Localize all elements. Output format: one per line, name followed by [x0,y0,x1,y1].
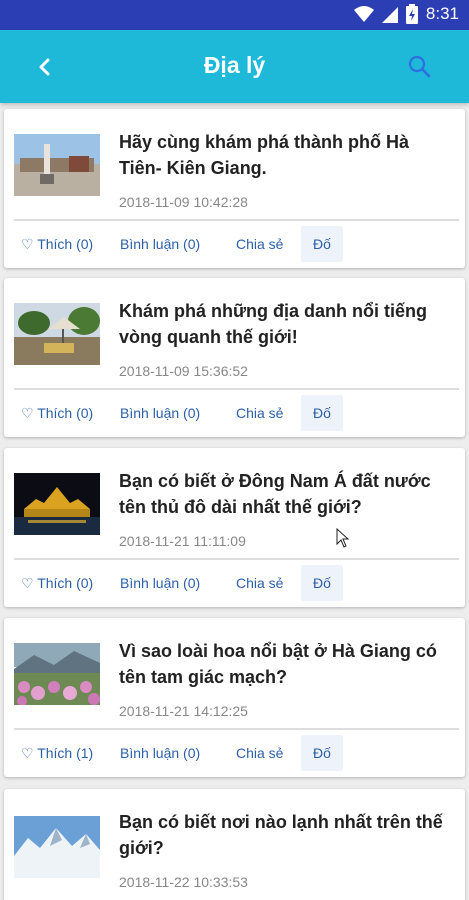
divider [14,388,459,390]
post-thumbnail [14,816,100,878]
share-button[interactable]: Chia sẻ [236,735,283,771]
post-title[interactable]: Khám phá những địa danh nổi tiếng vòng q… [119,298,454,350]
quiz-button[interactable]: Đố [301,565,343,601]
post-actions: ♡ Thích (0) Bình luận (0) Chia sẻ Đố [4,565,465,601]
post-date: 2018-11-21 11:11:09 [119,533,246,549]
quiz-button[interactable]: Đố [301,735,343,771]
post-list[interactable]: Hãy cùng khám phá thành phố Hà Tiên- Kiê… [0,103,469,900]
post-date: 2018-11-22 10:33:53 [119,874,248,890]
app-bar: Địa lý [0,30,469,103]
comment-button[interactable]: Bình luận (0) [120,226,200,262]
post-thumbnail [14,643,100,705]
post-card[interactable]: Hãy cùng khám phá thành phố Hà Tiên- Kiê… [4,109,465,268]
post-thumbnail [14,303,100,365]
post-card[interactable]: Bạn có biết nơi nào lạnh nhất trên thế g… [4,789,465,900]
post-title[interactable]: Vì sao loài hoa nổi bật ở Hà Giang có tê… [119,638,454,690]
post-card[interactable]: Vì sao loài hoa nổi bật ở Hà Giang có tê… [4,618,465,777]
post-date: 2018-11-09 10:42:28 [119,194,248,210]
comment-button[interactable]: Bình luận (0) [120,565,200,601]
divider [14,558,459,560]
post-date: 2018-11-21 14:12:25 [119,703,248,719]
page-title: Địa lý [203,52,266,78]
mouse-cursor-icon [336,528,350,548]
search-icon[interactable] [405,52,435,82]
status-time: 8:31 [425,4,459,23]
status-bar: 8:31 [0,0,469,30]
share-button[interactable]: Chia sẻ [236,565,283,601]
quiz-button[interactable]: Đố [301,395,343,431]
like-button[interactable]: ♡ Thích (1) [21,735,93,771]
signal-icon [381,7,398,23]
wifi-icon [353,6,374,22]
post-thumbnail [14,473,100,535]
share-button[interactable]: Chia sẻ [236,395,283,431]
quiz-button[interactable]: Đố [301,226,343,262]
divider [14,219,459,221]
like-button[interactable]: ♡ Thích (0) [21,395,93,431]
post-date: 2018-11-09 15:36:52 [119,363,248,379]
post-actions: ♡ Thích (0) Bình luận (0) Chia sẻ Đố [4,395,465,431]
battery-icon [405,4,418,24]
post-card[interactable]: Khám phá những địa danh nổi tiếng vòng q… [4,278,465,437]
comment-button[interactable]: Bình luận (0) [120,395,200,431]
post-title[interactable]: Hãy cùng khám phá thành phố Hà Tiên- Kiê… [119,129,454,181]
share-button[interactable]: Chia sẻ [236,226,283,262]
post-card[interactable]: Bạn có biết ở Đông Nam Á đất nước tên th… [4,448,465,607]
like-button[interactable]: ♡ Thích (0) [21,565,93,601]
like-button[interactable]: ♡ Thích (0) [21,226,93,262]
post-title[interactable]: Bạn có biết ở Đông Nam Á đất nước tên th… [119,468,454,520]
post-thumbnail [14,134,100,196]
comment-button[interactable]: Bình luận (0) [120,735,200,771]
post-actions: ♡ Thích (1) Bình luận (0) Chia sẻ Đố [4,735,465,771]
post-title[interactable]: Bạn có biết nơi nào lạnh nhất trên thế g… [119,809,454,861]
status-icons: 8:31 [353,4,459,24]
divider [14,728,459,730]
post-actions: ♡ Thích (0) Bình luận (0) Chia sẻ Đố [4,226,465,262]
